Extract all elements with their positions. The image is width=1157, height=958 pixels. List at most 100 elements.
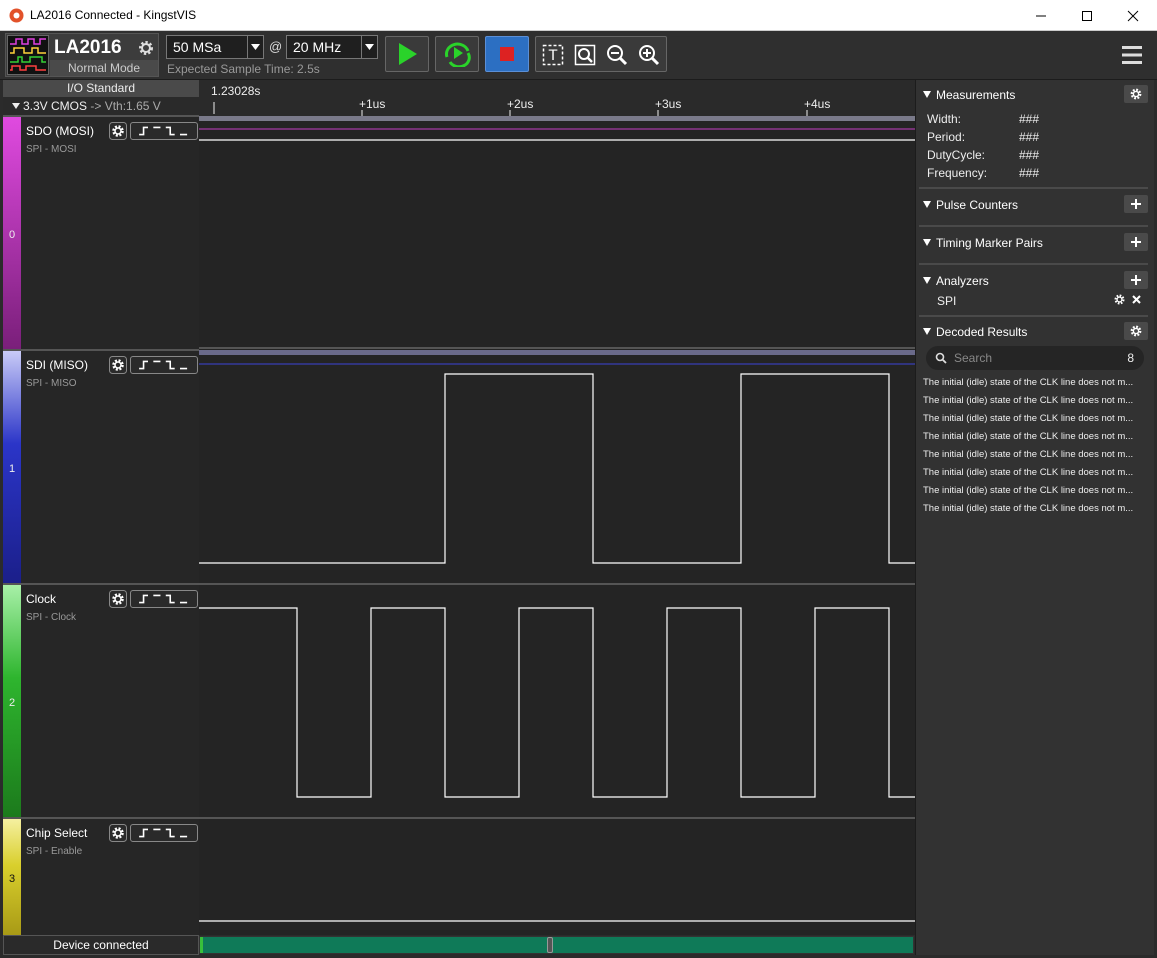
sample-depth-select[interactable]: 50 MSa: [166, 35, 264, 59]
channel-analyzer-label: SPI - MOSI: [26, 144, 77, 155]
plus-icon: [1131, 199, 1141, 209]
measurements-header[interactable]: Measurements: [923, 88, 1015, 102]
loop-start-button[interactable]: [435, 36, 479, 72]
measurement-value: ###: [1019, 130, 1040, 144]
analyzers-header[interactable]: Analyzers: [923, 274, 989, 288]
title-bar: LA2016 Connected - KingstVIS: [0, 0, 1157, 31]
zoom-out-icon[interactable]: [606, 44, 628, 66]
channel-row-0: 0 SDO (MOSI) SPI - MOSI: [3, 115, 199, 349]
measurement-label: DutyCycle:: [927, 148, 986, 162]
hamburger-menu-icon[interactable]: [1121, 44, 1143, 66]
zoom-area-icon[interactable]: [574, 44, 596, 66]
device-mode-label[interactable]: Normal Mode: [50, 60, 158, 76]
search-icon: [935, 352, 947, 364]
expected-sample-time: Expected Sample Time: 2.5s: [167, 62, 320, 76]
measurements-settings-button[interactable]: [1124, 85, 1148, 103]
decoded-search-input[interactable]: Search 8: [926, 346, 1144, 370]
channel-0-decode-bar: [199, 116, 915, 121]
analyzer-item-spi[interactable]: SPI: [937, 294, 956, 308]
measurement-label: Frequency:: [927, 166, 988, 180]
channel-row-3: 3 Chip Select SPI - Enable: [3, 817, 199, 935]
play-icon: [399, 43, 417, 65]
section-divider: [919, 315, 1148, 317]
stop-icon: [500, 47, 514, 61]
maximize-button[interactable]: [1064, 0, 1110, 31]
channel-index: 1: [8, 463, 16, 475]
trigger-options-icon[interactable]: [130, 356, 198, 374]
right-side-panel: Measurements Width: ### Period: ### Duty…: [915, 80, 1154, 955]
trigger-options-icon[interactable]: [130, 824, 198, 842]
close-button[interactable]: [1110, 0, 1156, 31]
add-timing-marker-button[interactable]: [1124, 233, 1148, 251]
measurement-label: Width:: [927, 112, 962, 126]
stop-button[interactable]: [485, 36, 529, 72]
channel-index: 2: [8, 697, 16, 709]
section-divider: [919, 187, 1148, 189]
main-toolbar: LA2016 Normal Mode 50 MSa @ 20 MHz Expec…: [0, 31, 1157, 80]
gear-icon: [1130, 325, 1142, 337]
analyzer-settings-gear-icon[interactable]: [1113, 293, 1126, 306]
decoded-result-item[interactable]: The initial (idle) state of the CLK line…: [923, 377, 1145, 388]
decoded-result-item[interactable]: The initial (idle) state of the CLK line…: [923, 449, 1145, 460]
measurement-value: ###: [1019, 148, 1040, 162]
channel-1-trace: [199, 373, 915, 564]
channel-settings-gear-icon[interactable]: [109, 122, 127, 140]
add-pulse-counter-button[interactable]: [1124, 195, 1148, 213]
trigger-options-icon[interactable]: [130, 122, 198, 140]
start-button[interactable]: [385, 36, 429, 72]
add-analyzer-button[interactable]: [1124, 271, 1148, 289]
zoom-in-icon[interactable]: [638, 44, 660, 66]
section-divider: [919, 225, 1148, 227]
timeline-scrollbar[interactable]: [199, 936, 914, 954]
io-standard-select[interactable]: 3.3V CMOS -> Vth:1.65 V: [3, 97, 199, 115]
io-standard-level: 3.3V CMOS: [23, 99, 88, 113]
plus-icon: [1131, 237, 1141, 247]
loop-play-icon: [445, 42, 471, 67]
channel-name[interactable]: SDI (MISO): [26, 358, 88, 372]
analyzer-remove-close-icon[interactable]: [1132, 295, 1141, 304]
scrollbar-start-marker: [200, 937, 203, 953]
decoded-results-settings-button[interactable]: [1124, 322, 1148, 340]
channel-name[interactable]: Chip Select: [26, 826, 87, 840]
sample-rate-select[interactable]: 20 MHz: [286, 35, 378, 59]
scrollbar-handle[interactable]: [547, 937, 553, 953]
channel-name[interactable]: SDO (MOSI): [26, 124, 94, 138]
decoded-result-item[interactable]: The initial (idle) state of the CLK line…: [923, 431, 1145, 442]
channel-name[interactable]: Clock: [26, 592, 56, 606]
channel-settings-gear-icon[interactable]: [109, 356, 127, 374]
minimize-button[interactable]: [1018, 0, 1064, 31]
channel-1-decode-bar: [199, 350, 915, 355]
trigger-options-icon[interactable]: [130, 590, 198, 608]
result-count: 8: [1127, 351, 1134, 365]
channel-settings-gear-icon[interactable]: [109, 824, 127, 842]
decoded-result-item[interactable]: The initial (idle) state of the CLK line…: [923, 485, 1145, 496]
channel-row-1: 1 SDI (MISO) SPI - MISO: [3, 349, 199, 583]
decoded-results-header[interactable]: Decoded Results: [923, 325, 1027, 339]
measurement-label: Period:: [927, 130, 966, 144]
decoded-result-item[interactable]: The initial (idle) state of the CLK line…: [923, 467, 1145, 478]
pulse-counters-header[interactable]: Pulse Counters: [923, 198, 1018, 212]
maximize-icon: [1082, 10, 1092, 21]
channel-settings-gear-icon[interactable]: [109, 590, 127, 608]
timing-markers-header[interactable]: Timing Marker Pairs: [923, 236, 1043, 250]
decoded-result-item[interactable]: The initial (idle) state of the CLK line…: [923, 413, 1145, 424]
channel-index: 3: [8, 873, 16, 885]
waveform-traces: [199, 116, 915, 922]
triangle-down-icon: [12, 103, 20, 109]
sample-rate-value: 20 MHz: [293, 39, 342, 55]
channel-analyzer-label: SPI - MISO: [26, 378, 77, 389]
decoded-result-item[interactable]: The initial (idle) state of the CLK line…: [923, 503, 1145, 514]
device-settings-gear-icon[interactable]: [137, 39, 155, 57]
chevron-down-icon: [361, 36, 377, 58]
device-panel: LA2016 Normal Mode: [5, 33, 159, 77]
channel-2-trace: [199, 607, 915, 798]
time-ruler[interactable]: 1.23028s +1us +2us +3us +4us: [199, 80, 915, 116]
device-waveform-icon: [7, 35, 49, 75]
text-select-icon[interactable]: T: [542, 44, 564, 66]
measurement-value: ###: [1019, 166, 1040, 180]
waveform-view[interactable]: 1.23028s +1us +2us +3us +4us: [199, 80, 915, 935]
view-tools-group: T: [535, 36, 667, 72]
device-name: LA2016: [54, 37, 122, 58]
svg-text:T: T: [548, 48, 558, 64]
decoded-result-item[interactable]: The initial (idle) state of the CLK line…: [923, 395, 1145, 406]
